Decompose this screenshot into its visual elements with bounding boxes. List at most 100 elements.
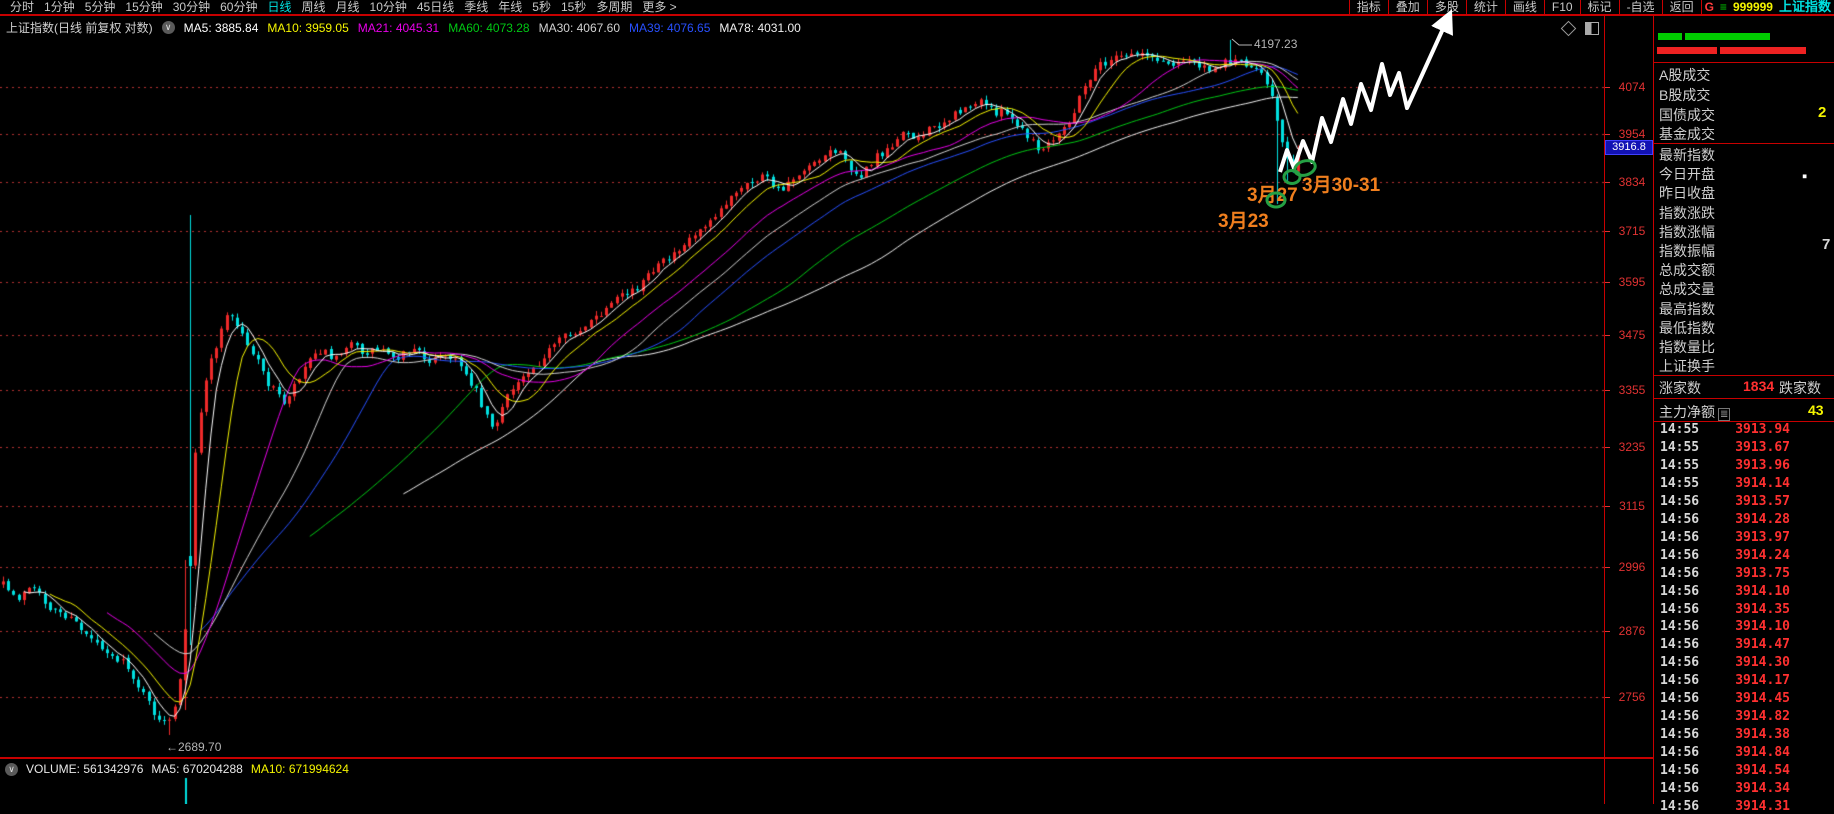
decliners-label: 跌家数 [1779, 378, 1821, 398]
date-annotation-3月27: 3月27 [1247, 180, 1298, 207]
axis-label-2756: 2756 [1613, 690, 1651, 704]
period-tab-更多 >[interactable]: 更多 > [642, 0, 676, 14]
tick-price: 3913.96 [1735, 458, 1790, 473]
panel-row-A股成交[interactable]: A股成交 [1659, 65, 1710, 85]
stock-code: 999999 [1730, 0, 1776, 14]
panel-row-总成交额[interactable]: 总成交额 [1659, 260, 1715, 280]
period-tab-60分钟[interactable]: 60分钟 [220, 0, 257, 14]
axis-tick [1605, 87, 1610, 88]
period-tab-10分钟[interactable]: 10分钟 [370, 0, 407, 14]
tick-time: 14:56 [1660, 619, 1699, 634]
tool-button-叠加[interactable]: 叠加 [1388, 0, 1427, 14]
period-tab-15分钟[interactable]: 15分钟 [125, 0, 162, 14]
split-pane-icon[interactable] [1585, 22, 1599, 35]
tick-time: 14:55 [1660, 440, 1699, 455]
axis-tick [1605, 447, 1610, 448]
chart-header: 上证指数(日线 前复权 对数) ∨ MA5: 3885.84MA10: 3959… [6, 19, 801, 36]
axis-tick [1605, 390, 1610, 391]
volume-ma10-value: MA10: 671994624 [251, 762, 349, 776]
chart-title: 上证指数(日线 前复权 对数) [6, 19, 153, 36]
decliners-strength-bar [1720, 47, 1806, 54]
period-tab-5秒[interactable]: 5秒 [532, 0, 551, 14]
tick-time: 14:56 [1660, 548, 1699, 563]
ma-legend-item-2: MA21: 4045.31 [358, 21, 439, 35]
panel-row-基金成交[interactable]: 基金成交 [1659, 124, 1715, 144]
period-tab-多周期[interactable]: 多周期 [596, 0, 632, 14]
period-tab-月线[interactable]: 月线 [336, 0, 360, 14]
panel-row-最新指数[interactable]: 最新指数 [1659, 145, 1715, 165]
panel-row-总成交量[interactable]: 总成交量 [1659, 279, 1715, 299]
tool-button-F10[interactable]: F10 [1544, 0, 1580, 14]
tool-button-返回[interactable]: 返回 [1662, 0, 1701, 14]
period-tab-5分钟[interactable]: 5分钟 [85, 0, 116, 14]
ma-legend-item-0: MA5: 3885.84 [184, 21, 259, 35]
axis-label-3595: 3595 [1613, 275, 1651, 289]
tick-price: 3914.54 [1735, 763, 1790, 778]
volume-collapse-chevron-icon[interactable]: ∨ [5, 763, 18, 776]
axis-label-3355: 3355 [1613, 383, 1651, 397]
tool-button--自选[interactable]: -自选 [1619, 0, 1662, 14]
tick-time: 14:56 [1660, 727, 1699, 742]
stock-name: 上证指数 [1776, 0, 1834, 14]
tick-price: 3914.84 [1735, 745, 1790, 760]
period-tab-45日线[interactable]: 45日线 [417, 0, 454, 14]
period-tab-季线[interactable]: 季线 [464, 0, 488, 14]
tick-price: 3914.31 [1735, 799, 1790, 814]
tick-price: 3913.75 [1735, 566, 1790, 581]
panel-row-指数振幅[interactable]: 指数振幅 [1659, 241, 1715, 261]
period-tab-日线[interactable]: 日线 [267, 0, 291, 14]
period-tab-周线[interactable]: 周线 [301, 0, 325, 14]
trading-app-window: { "top_bar": { "periods": ["分时","1分钟","5… [0, 0, 1834, 804]
main-flow-label: 主力净额 [1659, 404, 1715, 420]
main-flow-row[interactable]: 主力净额≣ 43 [1659, 402, 1834, 422]
tool-button-画线[interactable]: 画线 [1505, 0, 1544, 14]
tool-button-统计[interactable]: 统计 [1466, 0, 1505, 14]
advancers-decliners-row[interactable]: 涨家数1834跌家数 [1659, 378, 1834, 398]
tick-price: 3914.34 [1735, 781, 1790, 796]
tick-time: 14:56 [1660, 799, 1699, 814]
period-tab-年线[interactable]: 年线 [498, 0, 522, 14]
candlestick-chart-canvas[interactable] [0, 0, 1604, 804]
tick-time: 14:56 [1660, 602, 1699, 617]
axis-label-4074: 4074 [1613, 80, 1651, 94]
period-tab-分时[interactable]: 分时 [10, 0, 34, 14]
main-flow-value: 43 [1808, 402, 1824, 418]
hotkey-eq-icon: ≡ [1717, 0, 1730, 14]
last-price-badge: 3916.8 [1605, 140, 1653, 155]
tick-price: 3914.10 [1735, 584, 1790, 599]
panel-row-指数涨跌[interactable]: 指数涨跌 [1659, 203, 1715, 223]
tick-price: 3913.57 [1735, 494, 1790, 509]
panel-row-国债成交[interactable]: 国债成交 [1659, 105, 1715, 125]
period-tab-30分钟[interactable]: 30分钟 [173, 0, 210, 14]
quote-side-panel: A股成交B股成交国债成交基金成交最新指数今日开盘昨日收盘指数涨跌指数涨幅指数振幅… [1654, 16, 1834, 804]
axis-tick [1605, 182, 1610, 183]
tick-time: 14:56 [1660, 655, 1699, 670]
main-flow-detail-icon[interactable]: ≣ [1718, 408, 1730, 421]
tick-time: 14:56 [1660, 566, 1699, 581]
panel-divider [1654, 398, 1834, 399]
panel-row-最低指数[interactable]: 最低指数 [1659, 318, 1715, 338]
tick-price: 3914.47 [1735, 637, 1790, 652]
tick-time: 14:56 [1660, 637, 1699, 652]
tool-button-标记[interactable]: 标记 [1580, 0, 1619, 14]
tick-price: 3914.35 [1735, 602, 1790, 617]
period-tab-1分钟[interactable]: 1分钟 [44, 0, 75, 14]
collapse-chevron-icon[interactable]: ∨ [162, 21, 175, 34]
tool-button-指标[interactable]: 指标 [1349, 0, 1388, 14]
panel-row-指数涨幅[interactable]: 指数涨幅 [1659, 222, 1715, 242]
tool-menu: 指标叠加多股统计画线F10标记-自选返回 G ≡ 999999 上证指数 [1349, 0, 1834, 14]
panel-row-今日开盘[interactable]: 今日开盘 [1659, 164, 1715, 184]
panel-row-B股成交[interactable]: B股成交 [1659, 85, 1710, 105]
panel-row-昨日收盘[interactable]: 昨日收盘 [1659, 183, 1715, 203]
tool-button-多股[interactable]: 多股 [1427, 0, 1466, 14]
ma-legend-item-3: MA60: 4073.28 [448, 21, 529, 35]
panel-row-指数量比[interactable]: 指数量比 [1659, 337, 1715, 357]
tick-price: 3914.10 [1735, 619, 1790, 634]
period-tab-15秒[interactable]: 15秒 [561, 0, 586, 14]
clipped-value-fragment: ▪ [1802, 168, 1807, 185]
panel-row-最高指数[interactable]: 最高指数 [1659, 299, 1715, 319]
panel-row-上证换手[interactable]: 上证换手 [1659, 356, 1715, 376]
tick-time: 14:56 [1660, 673, 1699, 688]
advancers-count: 1834 [1743, 378, 1774, 394]
tick-time: 14:55 [1660, 422, 1699, 437]
